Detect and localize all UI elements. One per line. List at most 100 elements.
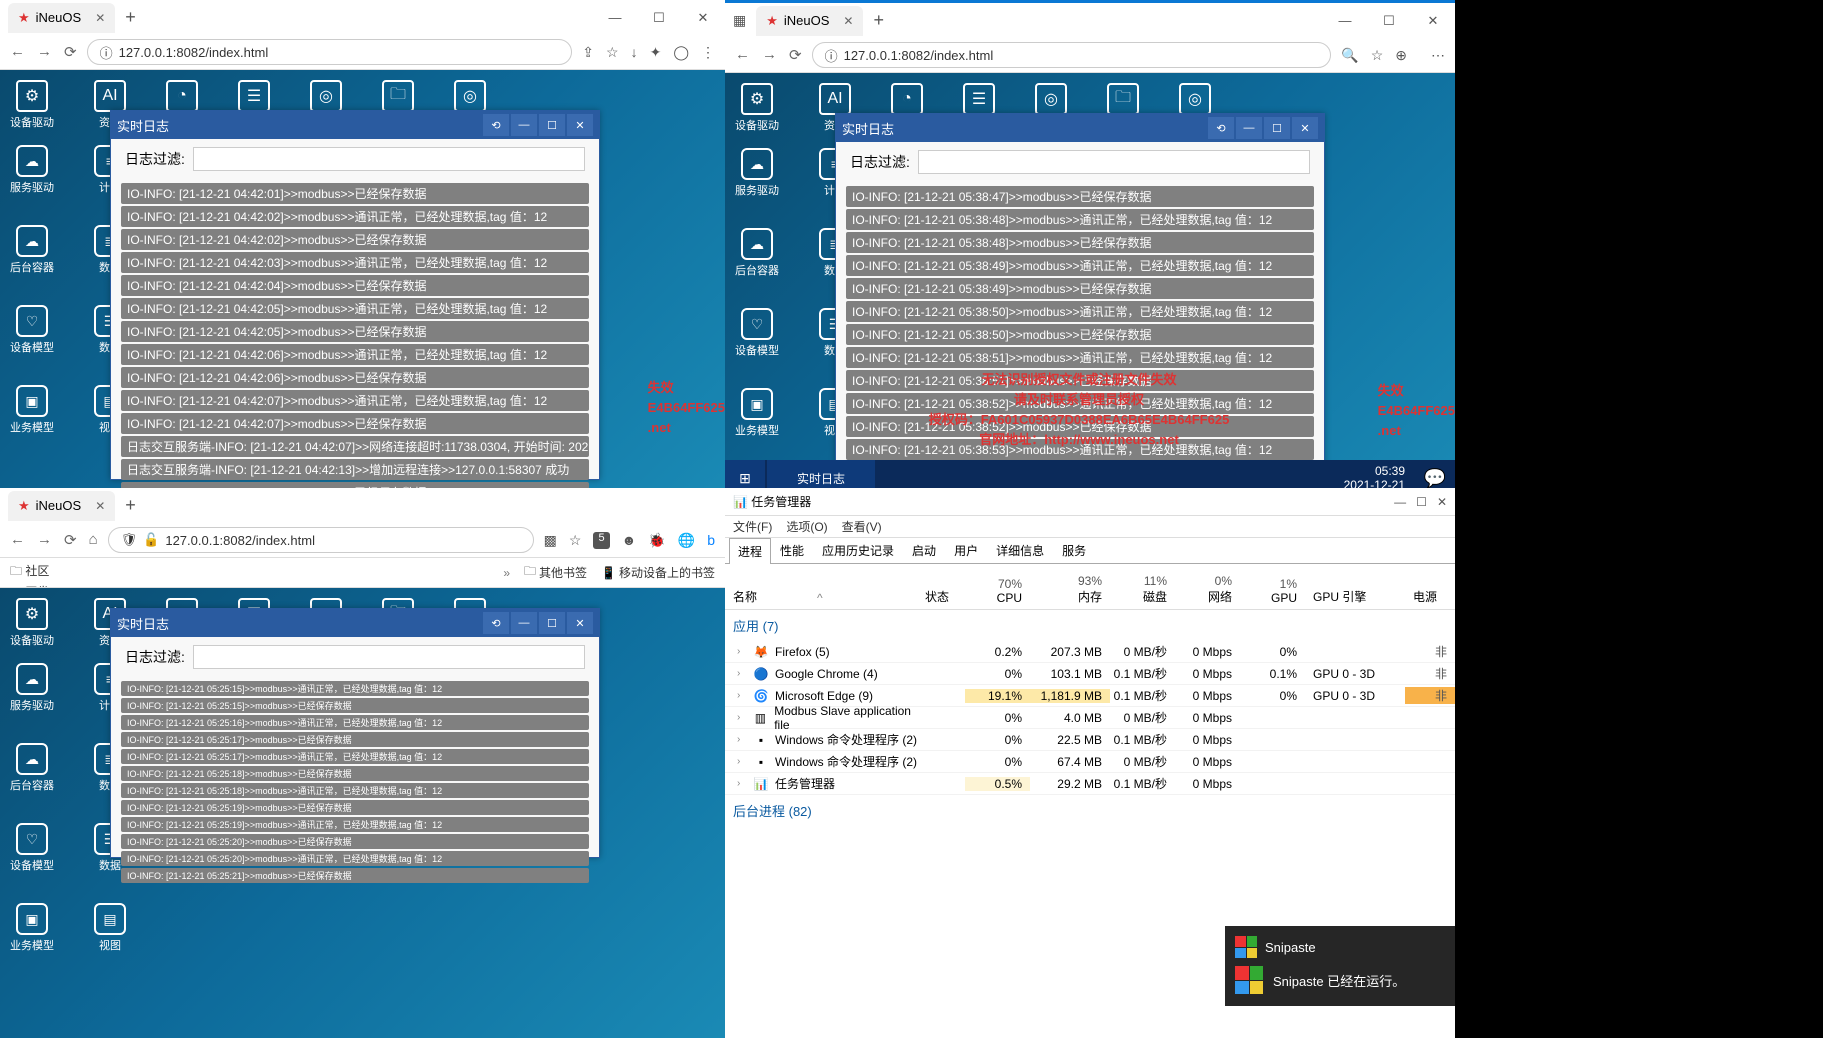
log-win-refresh-icon[interactable]: ⟲ — [1208, 117, 1234, 139]
sidebar-item[interactable]: ▣业务模型 — [10, 903, 54, 953]
col-gpu-engine[interactable]: GPU 引擎 — [1305, 564, 1405, 609]
log-win-min-icon[interactable]: — — [511, 114, 537, 136]
log-win-refresh-icon[interactable]: ⟲ — [483, 612, 509, 634]
ext-icon[interactable]: 🐞 — [648, 532, 665, 549]
nav-reload-icon[interactable]: ⟳ — [64, 43, 77, 61]
window-minimize-icon[interactable]: — — [1323, 6, 1367, 36]
sidebar-item[interactable]: ▤视图 — [94, 903, 126, 953]
top-icon[interactable]: ⚙设备驱动 — [735, 83, 779, 133]
browser-tab[interactable]: ★iNeuOS✕ — [8, 3, 115, 33]
collections-icon[interactable]: ⊕ — [1395, 47, 1407, 64]
tm-tab[interactable]: 详细信息 — [987, 537, 1053, 563]
tm-process-row[interactable]: ›▥Modbus Slave application file0%4.0 MB0… — [725, 707, 1455, 729]
url-field[interactable]: ⓘ127.0.0.1:8082/index.html — [812, 42, 1332, 68]
log-win-max-icon[interactable]: ☐ — [539, 612, 565, 634]
tm-col-header[interactable]: 11%磁盘 — [1110, 564, 1175, 609]
tm-col-header[interactable]: 0%网络 — [1175, 564, 1240, 609]
sidebar-item[interactable]: ♡设备模型 — [10, 305, 54, 355]
log-win-close-icon[interactable]: ✕ — [567, 612, 593, 634]
start-button[interactable]: ⊞ — [725, 460, 765, 488]
ext-icon[interactable]: ☻ — [622, 532, 637, 549]
col-status[interactable]: 状态 — [925, 564, 965, 609]
nav-forward-icon[interactable]: → — [37, 531, 52, 549]
nav-back-icon[interactable]: ← — [735, 46, 750, 64]
nav-forward-icon[interactable]: → — [762, 46, 777, 64]
tm-process-row[interactable]: ›🦊Firefox (5)0.2%207.3 MB0 MB/秒0 Mbps0%非 — [725, 641, 1455, 663]
tab-close-icon[interactable]: ✕ — [95, 499, 105, 513]
log-win-min-icon[interactable]: — — [1236, 117, 1262, 139]
log-win-max-icon[interactable]: ☐ — [539, 114, 565, 136]
log-win-close-icon[interactable]: ✕ — [567, 114, 593, 136]
nav-home-icon[interactable]: ⌂ — [89, 531, 98, 549]
qr-icon[interactable]: ▩ — [544, 532, 557, 549]
taskbar-button[interactable]: 实时日志 — [767, 460, 875, 488]
browser-tab[interactable]: ★iNeuOS✕ — [756, 6, 863, 36]
sidebar-item[interactable]: ♡设备模型 — [735, 308, 779, 358]
tm-menu-item[interactable]: 查看(V) — [842, 518, 882, 535]
extensions-icon[interactable]: ✦ — [650, 44, 662, 61]
window-maximize-icon[interactable]: ☐ — [637, 3, 681, 33]
snipaste-toast[interactable]: Snipaste Snipaste 已经在运行。 — [1225, 926, 1455, 1006]
tm-menu-item[interactable]: 选项(O) — [786, 518, 827, 535]
log-win-min-icon[interactable]: — — [511, 612, 537, 634]
nav-forward-icon[interactable]: → — [37, 43, 52, 61]
tm-tab[interactable]: 用户 — [945, 537, 987, 563]
filter-input[interactable] — [193, 645, 585, 669]
tm-tab[interactable]: 进程 — [729, 538, 771, 564]
top-icon[interactable]: ⚙设备驱动 — [10, 598, 54, 648]
notifications-icon[interactable]: 💬 — [1415, 468, 1455, 489]
sidebar-item[interactable]: ☁服务驱动 — [735, 148, 779, 198]
tab-close-icon[interactable]: ✕ — [95, 11, 105, 25]
tab-close-icon[interactable]: ✕ — [843, 14, 853, 28]
sidebar-item[interactable]: ☁服务驱动 — [10, 145, 54, 195]
menu-icon[interactable]: ⋯ — [1431, 47, 1445, 64]
browser-tab[interactable]: ★iNeuOS✕ — [8, 491, 115, 521]
window-close-icon[interactable]: ✕ — [1411, 6, 1455, 36]
sidebar-item[interactable]: ▣业务模型 — [735, 388, 779, 438]
new-tab-button[interactable]: + — [125, 495, 136, 516]
log-win-max-icon[interactable]: ☐ — [1264, 117, 1290, 139]
log-win-refresh-icon[interactable]: ⟲ — [483, 114, 509, 136]
nav-reload-icon[interactable]: ⟳ — [64, 531, 77, 549]
sidebar-item[interactable]: ☁服务驱动 — [10, 663, 54, 713]
new-tab-button[interactable]: + — [125, 7, 136, 28]
tm-tab[interactable]: 性能 — [771, 537, 813, 563]
bookmark-folder[interactable]: 🗀 其他书签 — [524, 562, 587, 583]
sidebar-item[interactable]: ☁后台容器 — [735, 228, 779, 278]
download-icon[interactable]: ↓ — [631, 44, 638, 61]
icon-device-driver[interactable]: ⚙设备驱动 — [10, 80, 54, 130]
tm-col-header[interactable]: 70%CPU — [965, 564, 1030, 609]
nav-reload-icon[interactable]: ⟳ — [789, 46, 802, 64]
tm-process-row[interactable]: ›🔵Google Chrome (4)0%103.1 MB0.1 MB/秒0 M… — [725, 663, 1455, 685]
bookmark-folder[interactable]: 🗀 社区 — [10, 562, 60, 583]
tm-col-header[interactable]: 93%内存 — [1030, 564, 1110, 609]
sidebar-item[interactable]: ☁后台容器 — [10, 743, 54, 793]
ext-icon[interactable]: 🌐 — [678, 532, 695, 549]
favorites-icon[interactable]: ☆ — [1371, 47, 1384, 64]
tm-tab[interactable]: 应用历史记录 — [813, 537, 903, 563]
window-minimize-icon[interactable]: — — [593, 3, 637, 33]
window-minimize-icon[interactable]: — — [1394, 495, 1406, 509]
tm-tab[interactable]: 服务 — [1053, 537, 1095, 563]
log-win-close-icon[interactable]: ✕ — [1292, 117, 1318, 139]
sidebar-item[interactable]: ☁后台容器 — [10, 225, 54, 275]
sidebar-item[interactable]: ▣业务模型 — [10, 385, 54, 435]
taskbar-clock[interactable]: 05:392021-12-21 — [1334, 462, 1415, 488]
tm-process-row[interactable]: ›📊任务管理器0.5%29.2 MB0.1 MB/秒0 Mbps — [725, 773, 1455, 795]
window-maximize-icon[interactable]: ☐ — [1367, 6, 1411, 36]
edge-tab-menu-icon[interactable]: ▦ — [733, 12, 746, 29]
tm-process-row[interactable]: ›▪Windows 命令处理程序 (2)0%22.5 MB0.1 MB/秒0 M… — [725, 729, 1455, 751]
bookmark-folder[interactable]: 📱 移动设备上的书签 — [601, 564, 715, 581]
tm-tab[interactable]: 启动 — [903, 537, 945, 563]
share-icon[interactable]: ⇪ — [582, 44, 594, 61]
bookmark-icon[interactable]: ☆ — [569, 532, 582, 549]
tm-process-row[interactable]: ›▪Windows 命令处理程序 (2)0%67.4 MB0 MB/秒0 Mbp… — [725, 751, 1455, 773]
menu-icon[interactable]: ⋮ — [701, 44, 715, 61]
filter-input[interactable] — [193, 147, 585, 171]
bookmark-icon[interactable]: ☆ — [606, 44, 619, 61]
tm-col-header[interactable]: 1%GPU — [1240, 564, 1305, 609]
bing-icon[interactable]: b — [707, 532, 715, 549]
zoom-icon[interactable]: 🔍 — [1341, 47, 1358, 64]
window-maximize-icon[interactable]: ☐ — [1416, 495, 1427, 509]
url-field[interactable]: 🛡🔓127.0.0.1:8082/index.html — [108, 527, 534, 553]
